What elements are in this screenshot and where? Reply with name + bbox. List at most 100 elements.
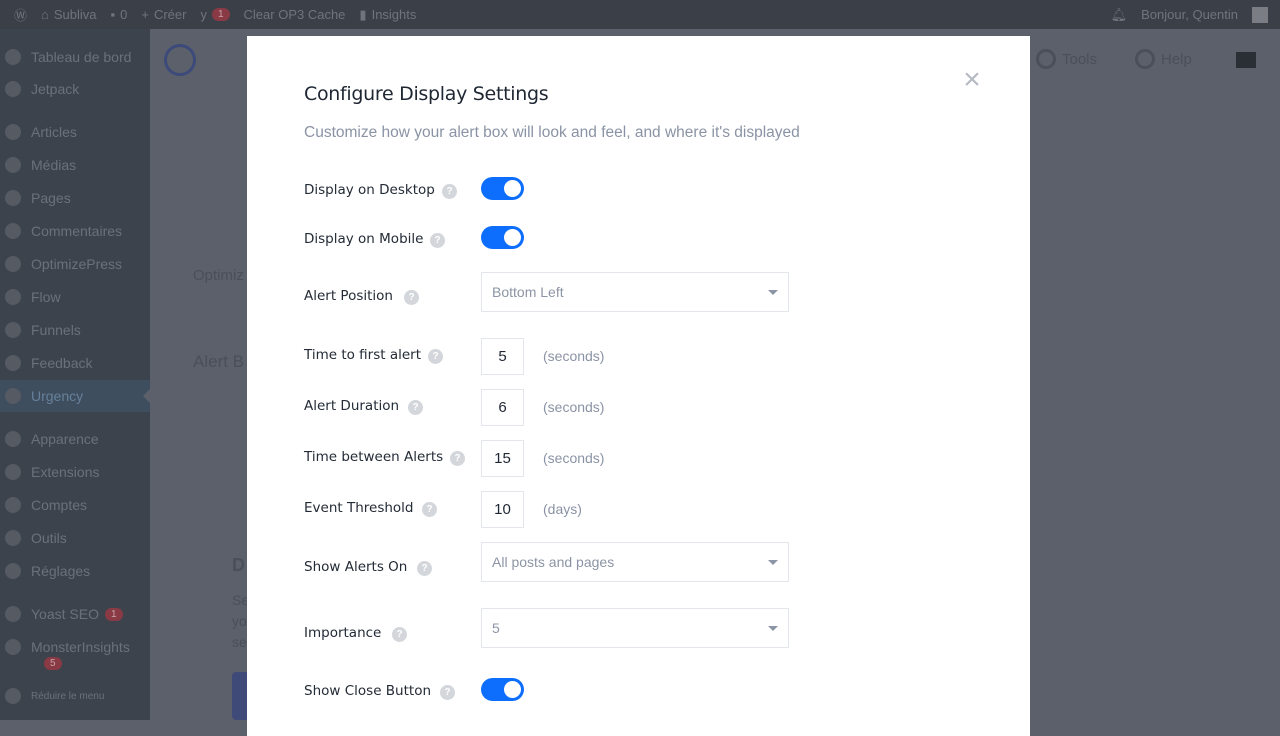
- menu-icon: [5, 124, 21, 140]
- sidebar-item-feedback[interactable]: Feedback: [0, 347, 150, 379]
- showon-label: Show Alerts On: [304, 559, 408, 575]
- duration-input[interactable]: 6: [481, 389, 524, 426]
- bg-heading-2: D: [232, 555, 245, 575]
- create-link[interactable]: + Créer: [141, 7, 186, 22]
- importance-select[interactable]: 5: [481, 608, 789, 648]
- chevron-down-icon: [768, 290, 778, 295]
- sidebar-item-monsterinsights[interactable]: MonsterInsights 5: [0, 631, 150, 670]
- menu-icon: [5, 355, 21, 371]
- importance-label: Importance: [304, 625, 382, 641]
- menu-icon: [5, 322, 21, 338]
- menu-icon: [5, 497, 21, 513]
- between-unit: (seconds): [543, 450, 605, 466]
- comment-icon: ▪: [110, 7, 116, 22]
- first-label: Time to first alert: [304, 347, 422, 363]
- bg-text: yo: [232, 613, 247, 629]
- bell-icon[interactable]: 🔔︎: [1111, 7, 1128, 23]
- help-icon[interactable]: ?: [408, 400, 423, 415]
- menu-icon: [5, 81, 21, 97]
- sidebar-item-comptes[interactable]: Comptes: [0, 489, 150, 521]
- help-icon[interactable]: ?: [417, 561, 432, 576]
- duration-unit: (seconds): [543, 399, 605, 415]
- menu-icon: [5, 464, 21, 480]
- help-link[interactable]: Help: [1135, 49, 1192, 69]
- help-icon[interactable]: ?: [442, 184, 457, 199]
- help-icon[interactable]: ?: [422, 502, 437, 517]
- chevron-down-icon: [768, 560, 778, 565]
- first-unit: (seconds): [543, 348, 605, 364]
- showon-select[interactable]: All posts and pages: [481, 542, 789, 582]
- sidebar-item-urgency[interactable]: Urgency: [0, 380, 150, 412]
- help-icon[interactable]: ?: [430, 233, 445, 248]
- sidebar-item-yoast-seo[interactable]: Yoast SEO 1: [0, 598, 150, 630]
- sidebar-item-articles[interactable]: Articles: [0, 116, 150, 148]
- sidebar-item-pages[interactable]: Pages: [0, 182, 150, 214]
- mobile-label: Display on Mobile: [304, 231, 424, 247]
- mobile-toggle[interactable]: [481, 226, 524, 249]
- help-icon[interactable]: ?: [404, 290, 419, 305]
- user-greeting[interactable]: Bonjour, Quentin: [1141, 7, 1238, 22]
- bg-heading: Alert B: [193, 352, 245, 371]
- display-settings-modal: × Configure Display Settings Customize h…: [247, 36, 1030, 736]
- menu-icon: [5, 639, 21, 655]
- help-icon[interactable]: ?: [392, 627, 407, 642]
- between-input[interactable]: 15: [481, 440, 524, 477]
- sidebar-item-apparence[interactable]: Apparence: [0, 423, 150, 455]
- menu-icon: [5, 688, 21, 704]
- threshold-label: Event Threshold: [304, 500, 414, 516]
- site-link[interactable]: ⌂ Subliva: [41, 7, 97, 22]
- position-select[interactable]: Bottom Left: [481, 272, 789, 312]
- help-icon[interactable]: ?: [450, 451, 465, 466]
- menu-icon: [5, 289, 21, 305]
- sidebar-item-jetpack[interactable]: Jetpack: [0, 73, 150, 105]
- close-icon[interactable]: ×: [961, 65, 983, 95]
- sidebar-item-flow[interactable]: Flow: [0, 281, 150, 313]
- menu-icon: [5, 530, 21, 546]
- sidebar-item-funnels[interactable]: Funnels: [0, 314, 150, 346]
- duration-label: Alert Duration: [304, 398, 400, 414]
- rocket-icon: [1036, 49, 1056, 69]
- home-icon: ⌂: [41, 7, 49, 22]
- menu-icon: [5, 190, 21, 206]
- desktop-label: Display on Desktop: [304, 182, 435, 198]
- sidebar-item-r-glages[interactable]: Réglages: [0, 555, 150, 587]
- help-icon[interactable]: ?: [428, 349, 443, 364]
- first-input[interactable]: 5: [481, 338, 524, 375]
- menu-icon: [5, 49, 21, 65]
- sidebar: Tableau de bord Jetpack Articles Médias Page…: [0, 29, 150, 720]
- sidebar-item-commentaires[interactable]: Commentaires: [0, 215, 150, 247]
- closebtn-toggle[interactable]: [481, 678, 524, 701]
- plus-icon: +: [141, 7, 149, 22]
- sidebar-item-optimizepress[interactable]: OptimizePress: [0, 248, 150, 280]
- fullscreen-icon[interactable]: [1236, 52, 1256, 68]
- modal-subtitle: Customize how your alert box will look a…: [304, 124, 800, 141]
- menu-icon: [5, 606, 21, 622]
- menu-icon: [5, 563, 21, 579]
- help-icon[interactable]: ?: [440, 685, 455, 700]
- desktop-toggle[interactable]: [481, 177, 524, 200]
- threshold-input[interactable]: 10: [481, 491, 524, 528]
- sidebar-item-m-dias[interactable]: Médias: [0, 149, 150, 181]
- sidebar-item-r-duire-le-menu[interactable]: Réduire le menu: [0, 680, 150, 712]
- yoast-link[interactable]: y1: [200, 7, 230, 22]
- threshold-unit: (days): [543, 501, 582, 517]
- clear-cache-link[interactable]: Clear OP3 Cache: [244, 7, 346, 22]
- menu-icon: [5, 223, 21, 239]
- menu-icon: [5, 256, 21, 272]
- insights-link[interactable]: ▮ Insights: [359, 7, 416, 23]
- avatar[interactable]: [1252, 6, 1268, 23]
- lifebuoy-icon: [1135, 49, 1155, 69]
- sidebar-item-outils[interactable]: Outils: [0, 522, 150, 554]
- comments-link[interactable]: ▪ 0: [111, 7, 128, 22]
- bg-text: se: [232, 634, 247, 650]
- menu-icon: [5, 388, 21, 404]
- rocket-logo-icon: [164, 44, 196, 76]
- modal-title: Configure Display Settings: [304, 83, 549, 105]
- tools-link[interactable]: Tools: [1036, 49, 1097, 69]
- wordpress-logo-icon[interactable]: Ⓦ: [14, 5, 27, 24]
- sidebar-item-tableau-de-bord[interactable]: Tableau de bord: [0, 41, 150, 73]
- between-label: Time between Alerts: [304, 449, 444, 465]
- bar-chart-icon: ▮: [359, 6, 367, 22]
- sidebar-item-extensions[interactable]: Extensions: [0, 456, 150, 488]
- admin-bar: Ⓦ ⌂ Subliva ▪ 0 + Créer y1 Clear OP3 Cache …: [0, 0, 1280, 29]
